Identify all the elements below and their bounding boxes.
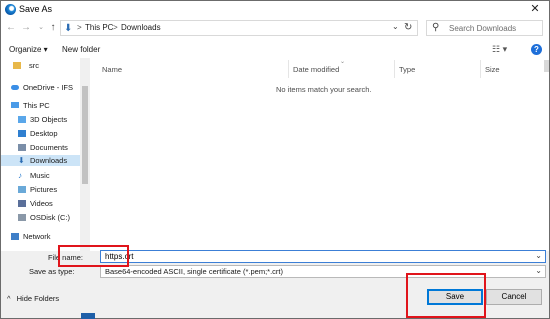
breadcrumb-separator: > (77, 23, 82, 32)
cloud-icon (11, 85, 19, 90)
hide-folders-label: Hide Folders (16, 294, 60, 303)
file-name-input[interactable]: https.crt ⌄ (100, 250, 546, 263)
sidebar-item-label: Desktop (30, 129, 58, 138)
sidebar-item-videos[interactable]: Videos (1, 198, 81, 209)
address-bar[interactable]: ⬇ > This PC > Downloads ⌄ ↻ (60, 20, 418, 36)
desktop-icon (18, 130, 26, 137)
sidebar-item-network[interactable]: Network (1, 231, 81, 242)
network-icon (11, 233, 19, 240)
computer-icon (11, 102, 19, 108)
sidebar-item-downloads[interactable]: ⬇ Downloads (1, 155, 81, 166)
sidebar-item-label: Videos (30, 199, 53, 208)
sidebar-item-label: OneDrive - IFS (23, 83, 74, 92)
breadcrumb-this-pc[interactable]: This PC (85, 23, 113, 32)
column-header-size[interactable]: Size (485, 65, 500, 74)
sidebar-item-src[interactable]: src (1, 60, 81, 71)
sidebar-item-label: 3D Objects (30, 115, 68, 124)
documents-icon (18, 144, 26, 151)
forward-arrow-icon[interactable]: → (19, 20, 33, 35)
sidebar-item-label: Music (30, 171, 50, 180)
sidebar-item-label: src (29, 61, 39, 70)
taskbar-fragment (81, 313, 95, 319)
list-scrollbar[interactable] (544, 60, 549, 72)
column-divider[interactable] (288, 60, 289, 78)
sidebar-item-label: Documents (30, 143, 68, 152)
close-icon[interactable]: ✕ (521, 1, 549, 18)
help-icon[interactable]: ? (531, 44, 542, 55)
sidebar-item-label: Pictures (30, 185, 58, 194)
sidebar-item-pictures[interactable]: Pictures (1, 184, 81, 195)
column-divider[interactable] (480, 60, 481, 78)
hide-folders-toggle[interactable]: ^ Hide Folders (7, 294, 59, 303)
search-box[interactable]: ⚲ Search Downloads (426, 20, 543, 36)
title-bar: Save As ✕ (1, 1, 549, 18)
folder-icon (13, 62, 21, 69)
music-icon: ♪ (18, 171, 22, 180)
organize-menu[interactable]: Organize ▾ (9, 45, 48, 54)
sort-indicator-icon: ⌄ (340, 59, 346, 65)
disk-icon (18, 214, 26, 221)
new-folder-button[interactable]: New folder (62, 45, 100, 54)
view-options-icon[interactable]: ☷ ▾ (492, 44, 507, 55)
nav-scrollbar-thumb[interactable] (82, 86, 88, 184)
save-type-value: Base64-encoded ASCII, single certificate… (105, 267, 284, 276)
column-header-date-modified[interactable]: Date modified (293, 65, 339, 74)
sidebar-item-osdisk[interactable]: OSDisk (C:) (1, 212, 81, 223)
breadcrumb-separator: > (113, 23, 118, 32)
sidebar-item-this-pc[interactable]: This PC (1, 100, 81, 111)
column-header-type[interactable]: Type (399, 65, 415, 74)
download-icon: ⬇ (18, 156, 25, 165)
chevron-up-icon: ^ (7, 294, 11, 303)
column-divider[interactable] (394, 60, 395, 78)
navigation-pane: src OneDrive - IFS This PC 3D Objects De… (1, 58, 91, 251)
save-type-label: Save as type: (29, 267, 75, 276)
refresh-icon[interactable]: ↻ (404, 22, 412, 33)
sidebar-item-desktop[interactable]: Desktop (1, 128, 81, 139)
back-arrow-icon[interactable]: ← (4, 20, 18, 35)
sidebar-item-3d-objects[interactable]: 3D Objects (1, 114, 81, 125)
sidebar-item-label: This PC (23, 101, 50, 110)
edge-app-icon (5, 4, 16, 15)
breadcrumb-downloads[interactable]: Downloads (121, 23, 161, 32)
sidebar-item-music[interactable]: ♪ Music (1, 170, 81, 181)
search-icon: ⚲ (432, 22, 440, 33)
cancel-button[interactable]: Cancel (486, 289, 542, 305)
highlight-box-save (406, 273, 486, 318)
pictures-icon (18, 186, 26, 193)
chevron-down-icon[interactable]: ⌄ (535, 266, 542, 275)
sidebar-item-label: Network (23, 232, 51, 241)
cube-icon (18, 116, 26, 123)
sidebar-item-label: Downloads (30, 156, 68, 165)
videos-icon (18, 200, 26, 207)
up-arrow-icon[interactable]: ↑ (46, 20, 60, 35)
empty-message: No items match your search. (276, 85, 372, 94)
sidebar-item-label: OSDisk (C:) (30, 213, 70, 222)
chevron-down-icon[interactable]: ⌄ (535, 251, 542, 260)
sidebar-item-onedrive[interactable]: OneDrive - IFS (1, 82, 81, 93)
address-dropdown-icon[interactable]: ⌄ (392, 22, 399, 31)
window-title: Save As (19, 4, 53, 14)
column-header-name[interactable]: Name (102, 65, 122, 74)
search-placeholder: Search Downloads (449, 24, 517, 33)
download-folder-icon: ⬇ (64, 23, 73, 34)
highlight-box-file-name (58, 245, 129, 267)
sidebar-item-documents[interactable]: Documents (1, 142, 81, 153)
